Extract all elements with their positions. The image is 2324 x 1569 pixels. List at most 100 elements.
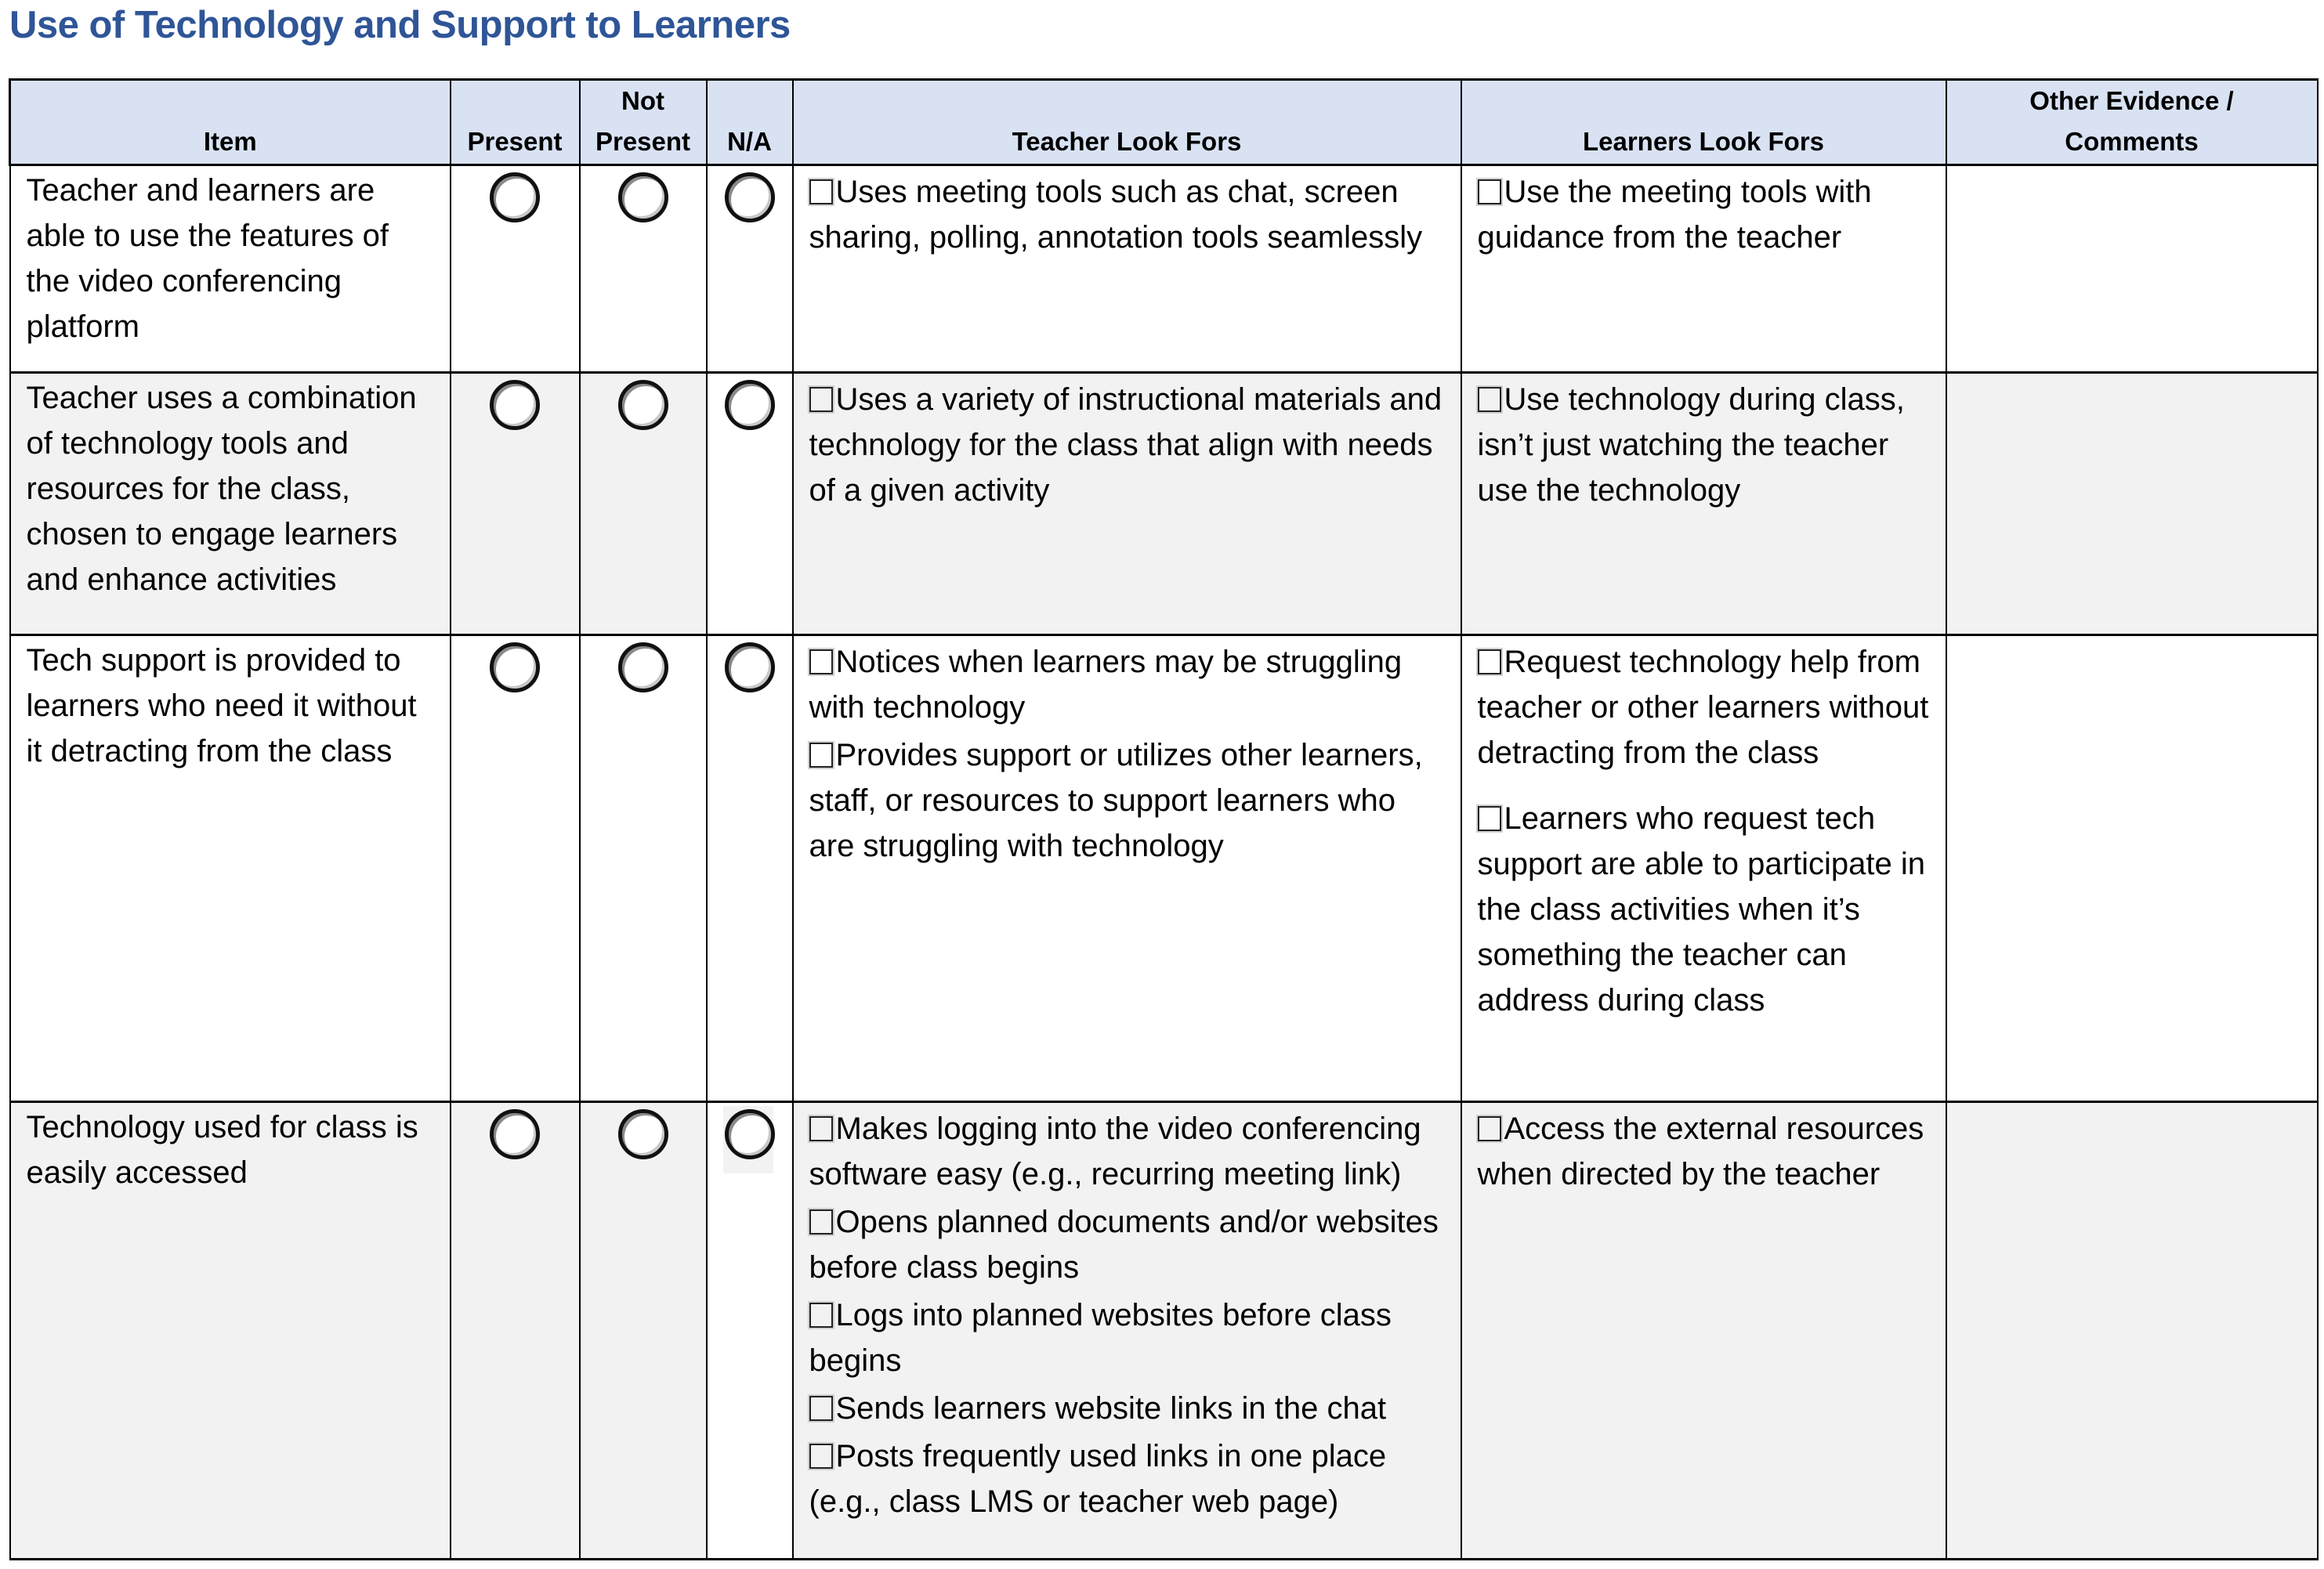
header-teacher-look-fors: Teacher Look Fors (791, 78, 1462, 166)
checkbox-icon[interactable] (807, 1394, 834, 1423)
present-radio[interactable] (490, 172, 540, 222)
checkbox-icon[interactable] (807, 1301, 834, 1329)
look-for-text: Provides support or utilizes other learn… (809, 738, 1423, 863)
look-for-text: Use technology during class, isn’t just … (1477, 382, 1905, 508)
learner-look-for-item: Access the external resources when direc… (1475, 1106, 1935, 1197)
item-cell: Tech support is provided to learners who… (9, 634, 451, 1103)
look-for-text: Opens planned documents and/or websites … (809, 1205, 1439, 1285)
checkbox-icon[interactable] (1475, 178, 1503, 206)
not-present-cell (578, 164, 708, 374)
header-not-present: Not Present (578, 78, 708, 166)
checkbox-icon[interactable] (807, 648, 834, 676)
header-row: Item Present Not Present N/A Teacher Look… (9, 78, 2319, 166)
item-text: Teacher uses a combination of technology… (26, 381, 417, 597)
look-for-text: Logs into planned websites before class … (809, 1298, 1392, 1378)
item-text: Technology used for class is easily acce… (26, 1110, 418, 1190)
comments-cell[interactable] (1945, 1101, 2319, 1560)
teacher-look-fors-cell: Uses a variety of instructional material… (791, 371, 1462, 636)
look-for-text: Request technology help from teacher or … (1477, 645, 1929, 770)
checkbox-icon[interactable] (1475, 1115, 1503, 1143)
learners-look-fors-cell: Use technology during class, isn’t just … (1460, 371, 1947, 636)
not-present-radio[interactable] (617, 380, 668, 430)
checkbox-icon[interactable] (1475, 804, 1503, 833)
look-for-text: Posts frequently used links in one place… (809, 1439, 1387, 1519)
header-na: N/A (705, 78, 794, 166)
teacher-look-for-item: Uses meeting tools such as chat, screen … (807, 169, 1450, 260)
not-present-cell (578, 371, 708, 636)
teacher-look-for-item: Provides support or utilizes other learn… (807, 732, 1450, 869)
table-row: Technology used for class is easily acce… (9, 1101, 2319, 1560)
comments-cell[interactable] (1945, 164, 2319, 374)
learner-look-for-item: Learners who request tech support are ab… (1475, 796, 1935, 1023)
present-cell (449, 1101, 581, 1560)
header-comments: Other Evidence / Comments (1945, 78, 2319, 166)
not-present-cell (578, 1101, 708, 1560)
header-learners-look-fors: Learners Look Fors (1460, 78, 1947, 166)
learner-look-for-item: Request technology help from teacher or … (1475, 639, 1935, 775)
learners-look-fors-cell: Access the external resources when direc… (1460, 1101, 1947, 1560)
look-for-text: Use the meeting tools with guidance from… (1477, 175, 1872, 255)
item-cell: Teacher uses a combination of technology… (9, 371, 451, 636)
teacher-look-for-item: Posts frequently used links in one place… (807, 1433, 1450, 1524)
comments-cell[interactable] (1945, 634, 2319, 1103)
teacher-look-for-item: Opens planned documents and/or websites … (807, 1199, 1450, 1290)
look-for-text: Notices when learners may be struggling … (809, 645, 1403, 725)
look-for-text: Makes logging into the video conferencin… (809, 1112, 1421, 1191)
na-radio[interactable] (724, 172, 775, 222)
header-comments-line1: Other Evidence / (2029, 86, 2234, 115)
learners-look-fors-cell: Request technology help from teacher or … (1460, 634, 1947, 1103)
checkbox-icon[interactable] (1475, 385, 1503, 414)
na-cell (705, 371, 794, 636)
teacher-look-for-item: Sends learners website links in the chat (807, 1386, 1450, 1431)
header-present: Present (449, 78, 581, 166)
na-radio[interactable] (724, 380, 775, 430)
look-for-text: Sends learners website links in the chat (835, 1391, 1387, 1426)
not-present-radio[interactable] (617, 1109, 668, 1159)
look-for-text: Uses meeting tools such as chat, screen … (809, 175, 1423, 255)
learner-look-for-item: Use technology during class, isn’t just … (1475, 377, 1935, 513)
observation-rubric-table: Item Present Not Present N/A Teacher Look… (9, 78, 2319, 1560)
na-cell (705, 634, 794, 1103)
item-text: Tech support is provided to learners who… (26, 643, 417, 768)
teacher-look-fors-cell: Makes logging into the video conferencin… (791, 1101, 1462, 1560)
learners-look-fors-cell: Use the meeting tools with guidance from… (1460, 164, 1947, 374)
item-text: Teacher and learners are able to use the… (26, 173, 389, 344)
header-comments-line2: Comments (2065, 127, 2199, 156)
checkbox-icon[interactable] (807, 385, 834, 414)
present-cell (449, 164, 581, 374)
look-for-text: Learners who request tech support are ab… (1477, 801, 1925, 1018)
teacher-look-for-item: Uses a variety of instructional material… (807, 377, 1450, 513)
checkbox-icon[interactable] (807, 1442, 834, 1470)
teacher-look-for-item: Makes logging into the video conferencin… (807, 1106, 1450, 1197)
checkbox-icon[interactable] (807, 178, 834, 206)
present-radio[interactable] (490, 1109, 540, 1159)
table-row: Tech support is provided to learners who… (9, 634, 2319, 1103)
item-cell: Technology used for class is easily acce… (9, 1101, 451, 1560)
present-cell (449, 371, 581, 636)
na-cell (705, 164, 794, 374)
look-for-text: Uses a variety of instructional material… (809, 382, 1443, 508)
teacher-look-fors-cell: Notices when learners may be struggling … (791, 634, 1462, 1103)
teacher-look-fors-cell: Uses meeting tools such as chat, screen … (791, 164, 1462, 374)
table-row: Teacher uses a combination of technology… (9, 371, 2319, 636)
na-radio[interactable] (724, 642, 775, 692)
checkbox-icon[interactable] (1475, 648, 1503, 676)
not-present-radio[interactable] (617, 642, 668, 692)
not-present-radio[interactable] (617, 172, 668, 222)
checkbox-icon[interactable] (807, 1115, 834, 1143)
teacher-look-for-item: Notices when learners may be struggling … (807, 639, 1450, 730)
header-not-present-line2: Present (595, 127, 691, 156)
header-item: Item (9, 78, 451, 166)
look-for-text: Access the external resources when direc… (1477, 1112, 1924, 1191)
learner-look-for-item: Use the meeting tools with guidance from… (1475, 169, 1935, 260)
checkbox-icon[interactable] (807, 1208, 834, 1236)
item-cell: Teacher and learners are able to use the… (9, 164, 451, 374)
checkbox-icon[interactable] (807, 741, 834, 769)
na-radio[interactable] (724, 1109, 775, 1159)
present-radio[interactable] (490, 642, 540, 692)
header-not-present-line1: Not (621, 86, 664, 115)
present-radio[interactable] (490, 380, 540, 430)
comments-cell[interactable] (1945, 371, 2319, 636)
teacher-look-for-item: Logs into planned websites before class … (807, 1292, 1450, 1383)
page-title: Use of Technology and Support to Learner… (9, 4, 791, 46)
